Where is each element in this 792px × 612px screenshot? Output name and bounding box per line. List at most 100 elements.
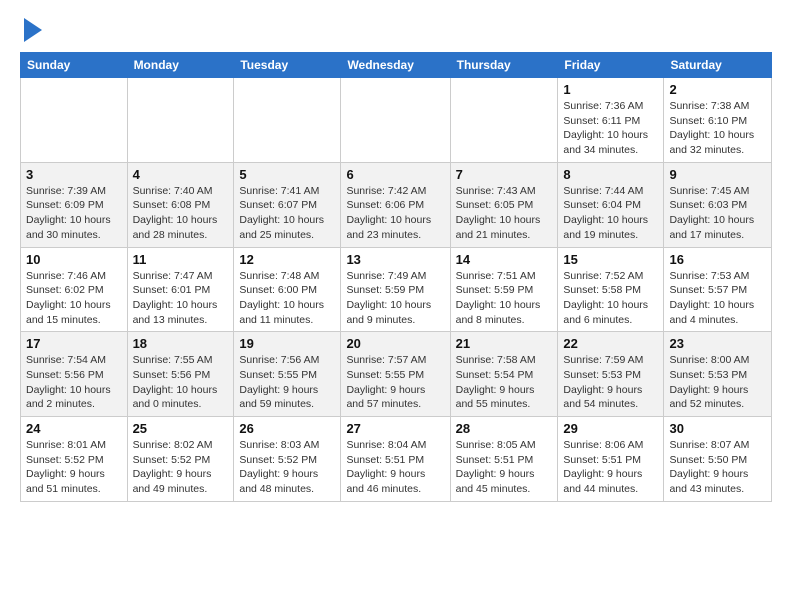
- day-info: Sunrise: 7:43 AMSunset: 6:05 PMDaylight:…: [456, 184, 553, 243]
- day-info: Sunrise: 7:48 AMSunset: 6:00 PMDaylight:…: [239, 269, 335, 328]
- day-number: 20: [346, 336, 444, 351]
- day-info: Sunrise: 7:42 AMSunset: 6:06 PMDaylight:…: [346, 184, 444, 243]
- day-number: 12: [239, 252, 335, 267]
- calendar-cell: 18 Sunrise: 7:55 AMSunset: 5:56 PMDayligh…: [127, 332, 234, 417]
- calendar-cell: 6 Sunrise: 7:42 AMSunset: 6:06 PMDaylight…: [341, 162, 450, 247]
- logo-arrow-icon: [24, 18, 42, 42]
- day-number: 15: [563, 252, 658, 267]
- day-number: 18: [133, 336, 229, 351]
- calendar-cell: 15 Sunrise: 7:52 AMSunset: 5:58 PMDayligh…: [558, 247, 664, 332]
- weekday-header-row: SundayMondayTuesdayWednesdayThursdayFrid…: [21, 53, 772, 78]
- calendar-cell: [127, 78, 234, 163]
- day-number: 1: [563, 82, 658, 97]
- day-info: Sunrise: 8:03 AMSunset: 5:52 PMDaylight:…: [239, 438, 335, 497]
- calendar-cell: 21 Sunrise: 7:58 AMSunset: 5:54 PMDayligh…: [450, 332, 558, 417]
- day-info: Sunrise: 8:04 AMSunset: 5:51 PMDaylight:…: [346, 438, 444, 497]
- day-number: 6: [346, 167, 444, 182]
- day-info: Sunrise: 7:52 AMSunset: 5:58 PMDaylight:…: [563, 269, 658, 328]
- day-info: Sunrise: 8:05 AMSunset: 5:51 PMDaylight:…: [456, 438, 553, 497]
- day-number: 23: [669, 336, 766, 351]
- day-number: 7: [456, 167, 553, 182]
- calendar-cell: 28 Sunrise: 8:05 AMSunset: 5:51 PMDayligh…: [450, 417, 558, 502]
- calendar-cell: 27 Sunrise: 8:04 AMSunset: 5:51 PMDayligh…: [341, 417, 450, 502]
- day-info: Sunrise: 8:02 AMSunset: 5:52 PMDaylight:…: [133, 438, 229, 497]
- day-info: Sunrise: 7:46 AMSunset: 6:02 PMDaylight:…: [26, 269, 122, 328]
- day-number: 30: [669, 421, 766, 436]
- calendar-cell: 22 Sunrise: 7:59 AMSunset: 5:53 PMDayligh…: [558, 332, 664, 417]
- calendar-cell: [450, 78, 558, 163]
- day-number: 8: [563, 167, 658, 182]
- day-number: 19: [239, 336, 335, 351]
- day-info: Sunrise: 7:49 AMSunset: 5:59 PMDaylight:…: [346, 269, 444, 328]
- day-info: Sunrise: 7:45 AMSunset: 6:03 PMDaylight:…: [669, 184, 766, 243]
- day-number: 10: [26, 252, 122, 267]
- calendar-week-3: 17 Sunrise: 7:54 AMSunset: 5:56 PMDayligh…: [21, 332, 772, 417]
- day-info: Sunrise: 7:39 AMSunset: 6:09 PMDaylight:…: [26, 184, 122, 243]
- day-number: 13: [346, 252, 444, 267]
- day-info: Sunrise: 8:07 AMSunset: 5:50 PMDaylight:…: [669, 438, 766, 497]
- day-info: Sunrise: 7:36 AMSunset: 6:11 PMDaylight:…: [563, 99, 658, 158]
- calendar-cell: 16 Sunrise: 7:53 AMSunset: 5:57 PMDayligh…: [664, 247, 772, 332]
- day-number: 26: [239, 421, 335, 436]
- calendar-cell: 9 Sunrise: 7:45 AMSunset: 6:03 PMDaylight…: [664, 162, 772, 247]
- calendar-cell: 26 Sunrise: 8:03 AMSunset: 5:52 PMDayligh…: [234, 417, 341, 502]
- calendar-cell: 3Sunrise: 7:39 AMSunset: 6:09 PMDaylight…: [21, 162, 128, 247]
- day-number: 22: [563, 336, 658, 351]
- calendar-body: 1 Sunrise: 7:36 AMSunset: 6:11 PMDaylight…: [21, 78, 772, 502]
- day-number: 16: [669, 252, 766, 267]
- day-number: 2: [669, 82, 766, 97]
- day-number: 29: [563, 421, 658, 436]
- calendar-cell: [21, 78, 128, 163]
- calendar-cell: 20 Sunrise: 7:57 AMSunset: 5:55 PMDayligh…: [341, 332, 450, 417]
- weekday-sunday: Sunday: [21, 53, 128, 78]
- day-info: Sunrise: 7:58 AMSunset: 5:54 PMDaylight:…: [456, 353, 553, 412]
- weekday-thursday: Thursday: [450, 53, 558, 78]
- calendar-cell: 29 Sunrise: 8:06 AMSunset: 5:51 PMDayligh…: [558, 417, 664, 502]
- calendar-cell: 2Sunrise: 7:38 AMSunset: 6:10 PMDaylight…: [664, 78, 772, 163]
- calendar-cell: 5Sunrise: 7:41 AMSunset: 6:07 PMDaylight…: [234, 162, 341, 247]
- calendar-cell: 30 Sunrise: 8:07 AMSunset: 5:50 PMDayligh…: [664, 417, 772, 502]
- calendar-cell: 25Sunrise: 8:02 AMSunset: 5:52 PMDayligh…: [127, 417, 234, 502]
- calendar-cell: 7 Sunrise: 7:43 AMSunset: 6:05 PMDaylight…: [450, 162, 558, 247]
- day-number: 11: [133, 252, 229, 267]
- day-info: Sunrise: 7:59 AMSunset: 5:53 PMDaylight:…: [563, 353, 658, 412]
- calendar-cell: 4 Sunrise: 7:40 AMSunset: 6:08 PMDaylight…: [127, 162, 234, 247]
- day-info: Sunrise: 7:53 AMSunset: 5:57 PMDaylight:…: [669, 269, 766, 328]
- day-info: Sunrise: 7:55 AMSunset: 5:56 PMDaylight:…: [133, 353, 229, 412]
- calendar-week-0: 1 Sunrise: 7:36 AMSunset: 6:11 PMDaylight…: [21, 78, 772, 163]
- day-info: Sunrise: 7:54 AMSunset: 5:56 PMDaylight:…: [26, 353, 122, 412]
- weekday-wednesday: Wednesday: [341, 53, 450, 78]
- day-info: Sunrise: 7:40 AMSunset: 6:08 PMDaylight:…: [133, 184, 229, 243]
- day-number: 4: [133, 167, 229, 182]
- calendar-cell: [234, 78, 341, 163]
- calendar-cell: 8 Sunrise: 7:44 AMSunset: 6:04 PMDaylight…: [558, 162, 664, 247]
- calendar-cell: 24 Sunrise: 8:01 AMSunset: 5:52 PMDayligh…: [21, 417, 128, 502]
- day-info: Sunrise: 8:01 AMSunset: 5:52 PMDaylight:…: [26, 438, 122, 497]
- day-number: 21: [456, 336, 553, 351]
- calendar-cell: 10 Sunrise: 7:46 AMSunset: 6:02 PMDayligh…: [21, 247, 128, 332]
- day-number: 9: [669, 167, 766, 182]
- header: [20, 16, 772, 42]
- calendar-cell: 12 Sunrise: 7:48 AMSunset: 6:00 PMDayligh…: [234, 247, 341, 332]
- logo: [20, 16, 42, 42]
- day-number: 28: [456, 421, 553, 436]
- day-info: Sunrise: 7:51 AMSunset: 5:59 PMDaylight:…: [456, 269, 553, 328]
- day-info: Sunrise: 7:57 AMSunset: 5:55 PMDaylight:…: [346, 353, 444, 412]
- day-info: Sunrise: 7:56 AMSunset: 5:55 PMDaylight:…: [239, 353, 335, 412]
- day-number: 27: [346, 421, 444, 436]
- weekday-monday: Monday: [127, 53, 234, 78]
- calendar-week-2: 10 Sunrise: 7:46 AMSunset: 6:02 PMDayligh…: [21, 247, 772, 332]
- day-info: Sunrise: 8:06 AMSunset: 5:51 PMDaylight:…: [563, 438, 658, 497]
- calendar-cell: 1 Sunrise: 7:36 AMSunset: 6:11 PMDaylight…: [558, 78, 664, 163]
- day-number: 24: [26, 421, 122, 436]
- day-number: 5: [239, 167, 335, 182]
- day-number: 17: [26, 336, 122, 351]
- calendar-header: SundayMondayTuesdayWednesdayThursdayFrid…: [21, 53, 772, 78]
- calendar-week-1: 3Sunrise: 7:39 AMSunset: 6:09 PMDaylight…: [21, 162, 772, 247]
- day-info: Sunrise: 8:00 AMSunset: 5:53 PMDaylight:…: [669, 353, 766, 412]
- calendar-cell: [341, 78, 450, 163]
- day-info: Sunrise: 7:47 AMSunset: 6:01 PMDaylight:…: [133, 269, 229, 328]
- calendar-cell: 14Sunrise: 7:51 AMSunset: 5:59 PMDayligh…: [450, 247, 558, 332]
- calendar-cell: 13 Sunrise: 7:49 AMSunset: 5:59 PMDayligh…: [341, 247, 450, 332]
- day-info: Sunrise: 7:44 AMSunset: 6:04 PMDaylight:…: [563, 184, 658, 243]
